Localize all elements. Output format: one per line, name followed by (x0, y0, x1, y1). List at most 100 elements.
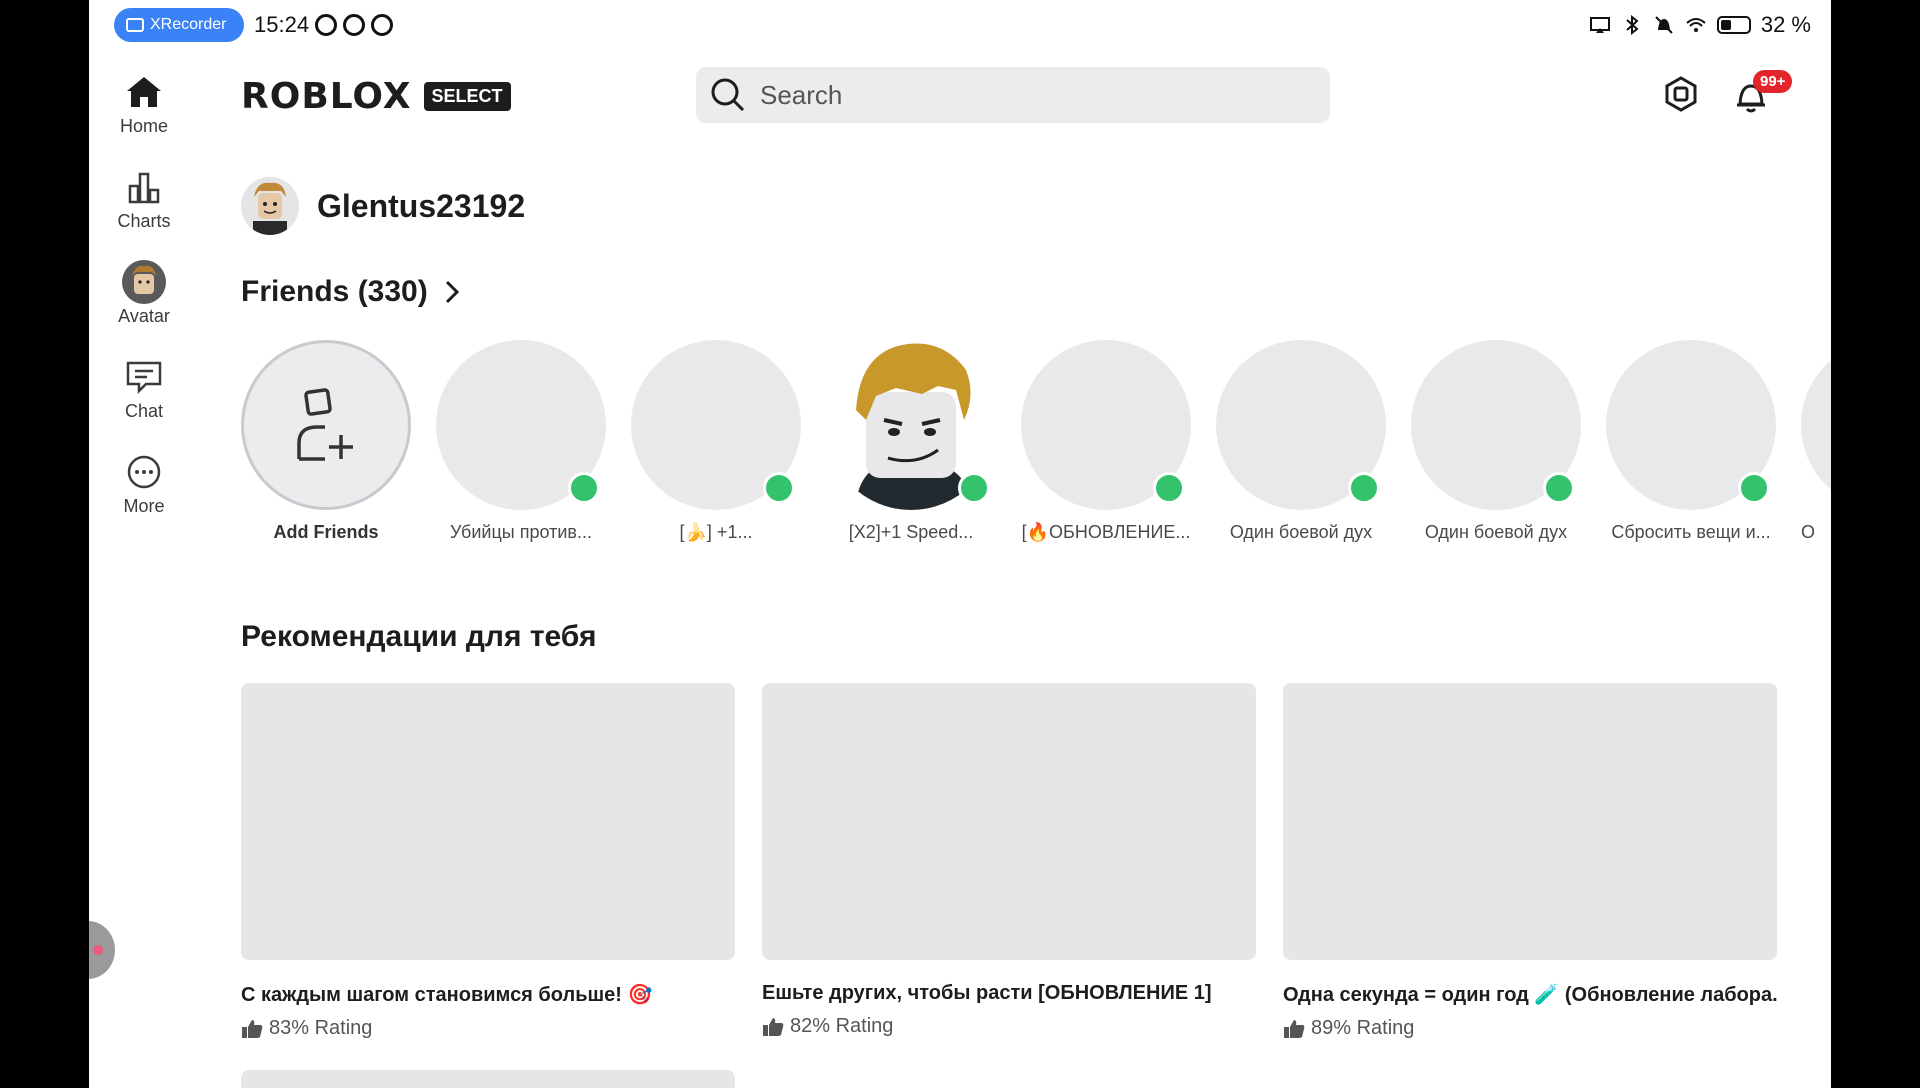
chat-icon (126, 361, 162, 394)
friend-item[interactable]: Один боевой дух (1411, 340, 1583, 543)
friend-avatar (1021, 340, 1191, 510)
add-friend-icon (297, 388, 353, 461)
friend-status: Один боевой дух (1229, 522, 1373, 542)
friend-status: [X2]+1 Speed... (848, 522, 974, 542)
thumbs-up-icon (1284, 1019, 1305, 1038)
friend-item[interactable]: Сбросить вещи и... (1606, 340, 1778, 543)
friends-carousel: Add Friends Убийцы против... [🍌] +1... [… (241, 340, 1831, 542)
online-indicator (1738, 472, 1770, 504)
game-card[interactable]: С каждым шагом становимся больше! 🎯 83% … (241, 683, 735, 1040)
search-placeholder: Search (760, 79, 843, 110)
nav-more[interactable]: More (89, 450, 199, 545)
friend-avatar (826, 340, 996, 510)
game-rating: 82% Rating (762, 1015, 1256, 1038)
profile-avatar (241, 177, 299, 235)
profile-avatar-icon (241, 177, 299, 235)
game-title: Одна секунда = один год 🧪 (Обновление ла… (1283, 984, 1777, 1006)
nav-charts[interactable]: Charts (89, 165, 199, 260)
home-icon (127, 77, 161, 107)
friend-status: Убийцы против... (450, 522, 592, 542)
search-bar[interactable]: Search (696, 67, 1330, 123)
battery-icon (1716, 16, 1751, 34)
friend-avatar (631, 340, 801, 510)
pinterest-icon (343, 14, 365, 36)
online-indicator (958, 472, 990, 504)
status-bar: XRecorder 15:24 32 % (89, 0, 1831, 52)
friend-item[interactable]: Убийцы против... (436, 340, 608, 543)
game-thumbnail (1283, 683, 1777, 960)
logo-text: ROBLOX (241, 76, 412, 117)
add-friends-label: Add Friends (273, 522, 379, 542)
friend-avatar (1606, 340, 1776, 510)
search-icon (711, 78, 745, 112)
select-badge: SELECT (423, 82, 511, 111)
more-icon (127, 455, 161, 489)
sidebar: Home Charts Avatar Chat More (89, 70, 199, 545)
floating-record-button[interactable] (89, 921, 115, 979)
friend-item[interactable]: Один боевой дух (1216, 340, 1388, 543)
friend-avatar (1801, 340, 1831, 510)
profile-header[interactable]: Glentus23192 (241, 177, 525, 235)
friends-header[interactable]: Friends (330) (241, 275, 460, 309)
recorder-label: XRecorder (150, 16, 227, 33)
game-thumbnail (762, 683, 1256, 960)
wifi-icon (1686, 18, 1706, 32)
friend-status: Один боевой дух (1424, 522, 1568, 542)
friend-status: [🔥ОБНОВЛЕНИЕ... (1021, 522, 1191, 542)
notification-badge: 99+ (1753, 70, 1793, 93)
bluetooth-icon (1626, 15, 1639, 35)
message-notification-icon (371, 14, 393, 36)
friend-item[interactable]: [🔥ОБНОВЛЕНИЕ... (1021, 340, 1193, 543)
online-indicator (763, 472, 795, 504)
cast-icon (1589, 17, 1610, 33)
recorder-icon (126, 18, 144, 32)
add-friends-item[interactable]: Add Friends (241, 340, 413, 543)
friend-avatar (1216, 340, 1386, 510)
mute-bell-icon (1655, 16, 1673, 34)
roblox-logo[interactable]: ROBLOX SELECT (241, 76, 511, 117)
friend-item[interactable]: [X2]+1 Speed... (826, 340, 998, 543)
thumbs-up-icon (242, 1019, 263, 1038)
friend-status: [🍌] +1... (679, 522, 753, 542)
game-thumbnail (241, 683, 735, 960)
friend-item[interactable]: О (1801, 340, 1831, 543)
game-card[interactable]: Ешьте других, чтобы расти [ОБНОВЛЕНИЕ 1]… (762, 683, 1256, 1038)
charts-icon (128, 172, 160, 204)
add-friends-button[interactable] (241, 340, 411, 510)
friends-title: Friends (330) (241, 275, 428, 308)
nav-home-label: Home (119, 116, 168, 136)
status-time: 15:24 (254, 12, 310, 37)
friend-avatar (1411, 340, 1581, 510)
game-card[interactable]: Одна секунда = один год 🧪 (Обновление ла… (1283, 683, 1777, 1040)
game-title: С каждым шагом становимся больше! 🎯 (241, 984, 653, 1006)
recorder-pill[interactable]: XRecorder (114, 8, 244, 42)
nav-more-label: More (123, 496, 165, 516)
nav-home[interactable]: Home (89, 70, 199, 165)
chevron-right-icon (445, 280, 459, 304)
game-card-partial[interactable] (241, 1070, 735, 1088)
online-indicator (1153, 472, 1185, 504)
robux-icon[interactable] (1663, 76, 1699, 112)
online-indicator (1543, 472, 1575, 504)
friend-item[interactable]: [🍌] +1... (631, 340, 803, 543)
online-indicator (568, 472, 600, 504)
status-notification-icons (315, 14, 393, 36)
game-title: Ешьте других, чтобы расти [ОБНОВЛЕНИЕ 1] (762, 982, 1212, 1004)
username: Glentus23192 (317, 187, 526, 224)
nav-chat[interactable]: Chat (89, 355, 199, 450)
game-rating: 89% Rating (1283, 1017, 1777, 1040)
nav-chat-label: Chat (124, 401, 164, 421)
status-right: 32 % (1589, 12, 1811, 38)
friend-avatar (436, 340, 606, 510)
game-rating-label: 82% Rating (790, 1015, 894, 1037)
friend-status: О (1801, 522, 1816, 542)
nav-charts-label: Charts (117, 211, 171, 231)
roblox-app: XRecorder 15:24 32 % Home Charts Avatar … (89, 0, 1831, 1088)
recommendations-title: Рекомендации для тебя (241, 620, 597, 653)
game-rating-label: 83% Rating (269, 1017, 373, 1039)
game-rating-label: 89% Rating (1311, 1017, 1415, 1039)
avatar-icon (122, 260, 166, 304)
game-rating: 83% Rating (241, 1017, 735, 1040)
nav-avatar-label: Avatar (118, 306, 170, 326)
nav-avatar[interactable]: Avatar (89, 260, 199, 355)
